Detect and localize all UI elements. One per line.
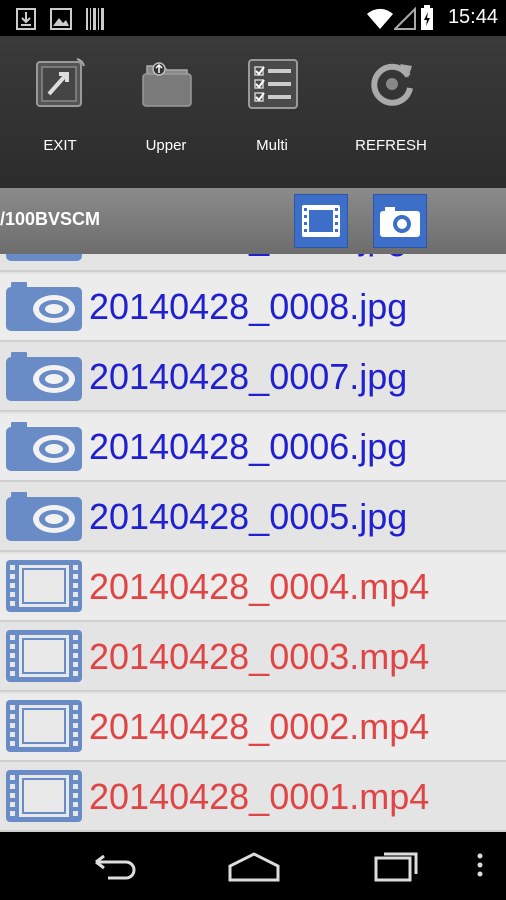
file-row[interactable]: 20140428_0003.mp4: [0, 624, 506, 692]
video-filter-button[interactable]: [294, 194, 348, 248]
file-row[interactable]: 20140428_0001.mp4: [0, 764, 506, 832]
refresh-label: REFRESH: [355, 137, 427, 154]
checklist-icon: [248, 59, 298, 109]
film-icon: [6, 630, 82, 682]
film-icon: [6, 770, 82, 822]
file-row[interactable]: 20140428_0009.jpg: [0, 254, 506, 272]
file-row[interactable]: 20140428_0002.mp4: [0, 694, 506, 762]
camera-icon: [6, 282, 82, 331]
image-icon: [50, 8, 72, 30]
file-row[interactable]: 20140428_0007.jpg: [0, 344, 506, 412]
file-name: 20140428_0005.jpg: [89, 496, 408, 537]
recents-icon[interactable]: [370, 832, 424, 900]
file-name: 20140428_0001.mp4: [89, 776, 430, 817]
action-toolbar: EXIT Upper Multi REFRESH: [0, 36, 506, 188]
camera-icon: [6, 352, 82, 401]
camera-icon: [6, 422, 82, 471]
home-icon[interactable]: [226, 832, 282, 900]
exit-label: EXIT: [43, 137, 77, 154]
camera-icon: [6, 254, 82, 261]
file-name: 20140428_0007.jpg: [89, 356, 408, 397]
path-bar: /100BVSCM: [0, 188, 506, 254]
film-icon: [6, 560, 82, 612]
file-row[interactable]: 20140428_0005.jpg: [0, 484, 506, 552]
refresh-button[interactable]: REFRESH: [336, 36, 446, 188]
file-name: 20140428_0008.jpg: [89, 286, 408, 327]
exit-button[interactable]: EXIT: [5, 36, 115, 188]
file-row[interactable]: 20140428_0008.jpg: [0, 274, 506, 342]
camera-icon: [6, 492, 82, 541]
status-time: 15:44: [447, 6, 498, 28]
file-name: 20140428_0009.jpg: [89, 254, 407, 258]
file-name: 20140428_0003.mp4: [89, 636, 430, 677]
folder-up-icon: [142, 62, 192, 107]
upper-button[interactable]: Upper: [111, 36, 221, 188]
file-row[interactable]: 20140428_0004.mp4: [0, 554, 506, 622]
navigation-bar: [0, 832, 506, 900]
photo-filter-button[interactable]: [373, 194, 427, 248]
battery-icon: [421, 5, 433, 30]
upper-label: Upper: [145, 137, 187, 154]
file-row[interactable]: 20140428_0006.jpg: [0, 414, 506, 482]
status-bar: 15:44: [0, 0, 506, 36]
file-name: 20140428_0006.jpg: [89, 426, 408, 467]
menu-icon[interactable]: [470, 832, 490, 900]
camera-icon: [380, 207, 420, 237]
back-icon[interactable]: [86, 832, 140, 900]
multi-button[interactable]: Multi: [217, 36, 327, 188]
refresh-icon: [371, 63, 413, 106]
file-name: 20140428_0002.mp4: [89, 706, 430, 747]
file-name: 20140428_0004.mp4: [89, 566, 430, 607]
wifi-icon: [367, 8, 393, 29]
current-path: /100BVSCM: [0, 209, 101, 229]
download-icon: [16, 8, 36, 30]
signal-icon: [394, 6, 416, 30]
file-list[interactable]: 20140428_0009.jpg 20140428_0008.jpg 201404…: [0, 254, 506, 832]
exit-icon: [36, 58, 85, 107]
multi-label: Multi: [256, 137, 288, 154]
barcode-icon: [86, 8, 104, 30]
film-icon: [302, 205, 340, 237]
film-icon: [6, 700, 82, 752]
